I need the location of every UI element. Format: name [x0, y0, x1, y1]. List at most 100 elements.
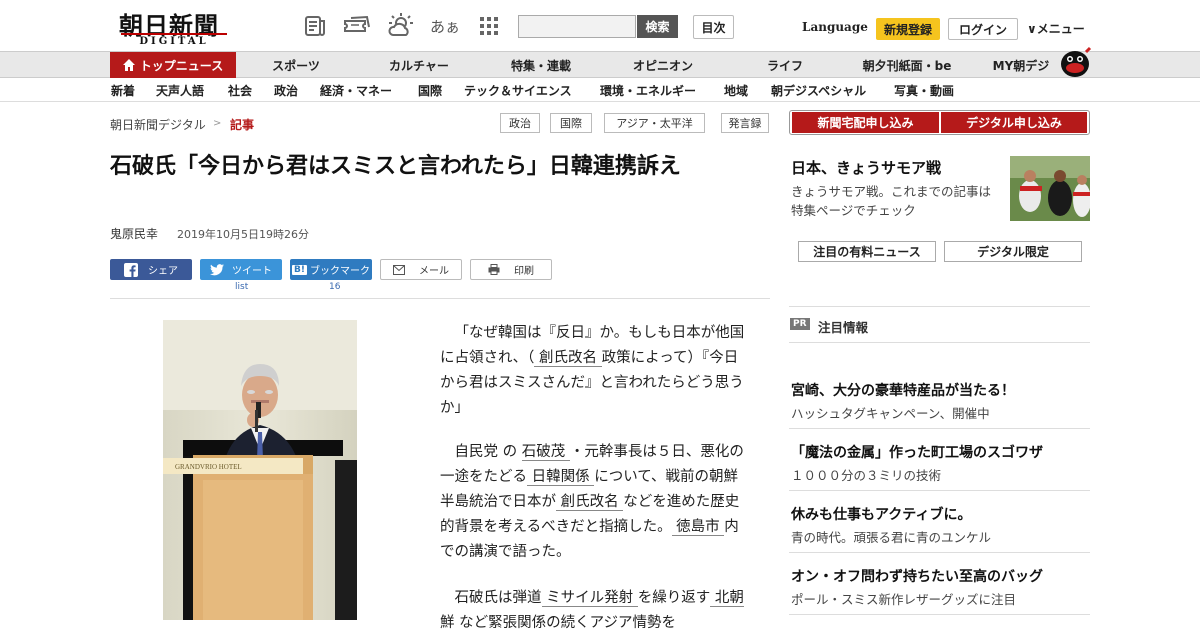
- tag-politics[interactable]: 政治: [500, 113, 540, 133]
- topic-link[interactable]: 日韓関係: [527, 469, 595, 486]
- pr-item-desc[interactable]: １０００分の３ミリの技術: [791, 465, 941, 484]
- tag-international[interactable]: 国際: [550, 113, 592, 133]
- pr-item-desc[interactable]: ポール・スミス新作レザーグッズに注目: [791, 589, 1016, 608]
- sub-nav: 新着 天声人語 社会 政治 経済・マネー 国際 テック＆サイエンス 環境・エネル…: [0, 78, 1200, 102]
- breadcrumb-home[interactable]: 朝日新聞デジタル: [110, 116, 206, 133]
- hatena-bookmark-button[interactable]: B! ブックマーク: [290, 259, 372, 280]
- tag-remarks[interactable]: 発言録: [721, 113, 769, 133]
- feature-thumbnail[interactable]: [1010, 156, 1090, 221]
- digital-subscribe-button[interactable]: デジタル申し込み: [941, 112, 1087, 133]
- digital-limited-button[interactable]: デジタル限定: [944, 241, 1082, 262]
- article-paragraph: 「なぜ韓国は『反日』か。もしも日本が他国に占領され、（ 創氏改名 政策によって）…: [440, 321, 750, 421]
- article-date: 2019年10月5日19時26分: [177, 228, 309, 241]
- facebook-share-button[interactable]: シェア: [110, 259, 192, 280]
- apps-grid-icon[interactable]: [476, 14, 502, 38]
- tag-asia-pacific[interactable]: アジア・太平洋: [604, 113, 705, 133]
- divider: [789, 428, 1090, 429]
- subnav-economy[interactable]: 経済・マネー: [320, 82, 392, 99]
- pr-item-desc[interactable]: ハッシュタグキャンペーン、開催中: [791, 403, 990, 422]
- article-paragraph: 自民党 の 石破茂 ・元幹事長は５日、悪化の一途をたどる 日韓関係 について、戦…: [440, 440, 750, 565]
- nav-life[interactable]: ライフ: [730, 52, 840, 78]
- menu-button[interactable]: ∨メニュー: [1027, 20, 1085, 37]
- breadcrumb-separator: >: [213, 118, 222, 129]
- subnav-region[interactable]: 地域: [724, 82, 748, 99]
- subnav-special[interactable]: 朝デジスペシャル: [771, 82, 866, 99]
- pr-item-title[interactable]: 「魔法の金属」作った町工場のスゴワザ: [791, 442, 1043, 462]
- nav-paper[interactable]: 朝夕刊紙面・be: [852, 52, 962, 78]
- site-logo-sub[interactable]: DIGITAL: [121, 33, 227, 47]
- facebook-share-label: シェア: [148, 266, 178, 277]
- divider: [789, 490, 1090, 491]
- mail-button[interactable]: メール: [380, 259, 462, 280]
- weather-icon[interactable]: [386, 13, 416, 38]
- search-button[interactable]: 検索: [637, 15, 678, 38]
- register-button[interactable]: 新規登録: [876, 18, 940, 40]
- feature-title[interactable]: 日本、きょうサモア戦: [791, 157, 941, 178]
- paragraph-text: 石破氏は弾道: [454, 590, 542, 606]
- hatena-bookmark-label: ブックマーク: [309, 266, 370, 277]
- divider: [789, 552, 1090, 553]
- language-link[interactable]: Language: [802, 20, 868, 34]
- mail-label: メール: [419, 266, 449, 277]
- topic-link[interactable]: 創氏改名: [556, 494, 624, 511]
- topic-link[interactable]: 石破茂: [521, 444, 570, 461]
- paragraph-text: を繰り返す: [637, 590, 711, 606]
- nav-sports[interactable]: スポーツ: [246, 52, 346, 78]
- pr-item-desc[interactable]: 青の時代。頑張る君に青のユンケル: [791, 527, 991, 546]
- nav-my-asahi[interactable]: MY朝デジ: [976, 52, 1066, 78]
- hatena-count[interactable]: 16: [329, 282, 340, 292]
- feature-desc[interactable]: きょうサモア戦。これまでの記事は特集ページでチェック: [791, 182, 1003, 220]
- pr-section-title: 注目情報: [818, 320, 869, 335]
- login-button[interactable]: ログイン: [948, 18, 1018, 40]
- coupon-icon[interactable]: [342, 14, 372, 38]
- twitter-share-button[interactable]: ツイート: [200, 259, 282, 280]
- mail-icon: [393, 264, 405, 275]
- subnav-society[interactable]: 社会: [228, 82, 252, 99]
- nav-top-news[interactable]: トップニュース: [110, 52, 236, 78]
- topic-link[interactable]: ミサイル発射: [541, 590, 638, 607]
- divider: [789, 342, 1090, 343]
- hatena-icon: B!: [292, 264, 307, 275]
- pr-badge: PR: [790, 318, 810, 330]
- divider: [110, 298, 770, 299]
- subnav-new[interactable]: 新着: [111, 82, 135, 99]
- home-icon: [122, 59, 135, 71]
- twitter-icon: [210, 263, 224, 276]
- subnav-tech[interactable]: テック＆サイエンス: [464, 82, 572, 99]
- index-button[interactable]: 目次: [693, 15, 734, 39]
- subnav-tensei[interactable]: 天声人語: [156, 82, 204, 99]
- article-author[interactable]: 鬼原民幸: [110, 225, 158, 242]
- subnav-environment[interactable]: 環境・エネルギー: [600, 82, 696, 99]
- subnav-international[interactable]: 国際: [418, 82, 442, 99]
- subnav-politics[interactable]: 政治: [274, 82, 298, 99]
- subnav-photo[interactable]: 写真・動画: [894, 82, 954, 99]
- paragraph-text: の: [498, 444, 522, 460]
- divider: [789, 306, 1090, 307]
- article-title: 石破氏「今日から君はスミスと言われたら」日韓連携訴え: [110, 154, 681, 179]
- pr-item-title[interactable]: 宮崎、大分の豪華特産品が当たる！: [791, 380, 1015, 400]
- twitter-share-label: ツイート: [232, 266, 272, 277]
- breadcrumb-current: 記事: [230, 118, 255, 132]
- pr-item-title[interactable]: 休みも仕事もアクティブに。: [791, 504, 971, 524]
- topic-link[interactable]: 創氏改名: [534, 350, 602, 367]
- search-input[interactable]: [518, 15, 636, 38]
- main-nav: トップニュース スポーツ カルチャー 特集・連載 オピニオン ライフ 朝夕刊紙面…: [0, 46, 1200, 78]
- article-photo[interactable]: GRANDVRIO HOTEL: [163, 320, 357, 620]
- pr-item-title[interactable]: オン・オフ問わず持ちたい至高のバッグ: [791, 566, 1043, 586]
- newspaper-icon[interactable]: [302, 14, 328, 38]
- paragraph-text: 自民党: [454, 444, 499, 460]
- nav-culture[interactable]: カルチャー: [364, 52, 474, 78]
- topic-link[interactable]: 徳島市: [671, 519, 725, 536]
- twitter-count[interactable]: list: [235, 282, 248, 292]
- article-paragraph: 石破氏は弾道 ミサイル発射 を繰り返す 北朝鮮 など緊張関係の続くアジア情勢を: [440, 586, 750, 630]
- nav-opinion[interactable]: オピニオン: [608, 52, 718, 78]
- mascot-icon: [1058, 44, 1092, 82]
- newspaper-delivery-button[interactable]: 新聞宅配申し込み: [792, 112, 939, 133]
- paid-news-button[interactable]: 注目の有料ニュース: [798, 241, 936, 262]
- nav-features[interactable]: 特集・連載: [486, 52, 596, 78]
- font-size-icon[interactable]: あぁ: [430, 14, 460, 38]
- printer-icon: [488, 264, 500, 275]
- print-button[interactable]: 印刷: [470, 259, 552, 280]
- site-header: 朝日新聞 DIGITAL あぁ 検索 目次 Language 新規登録 ログイン…: [0, 0, 1200, 52]
- nav-label: トップニュース: [139, 58, 224, 73]
